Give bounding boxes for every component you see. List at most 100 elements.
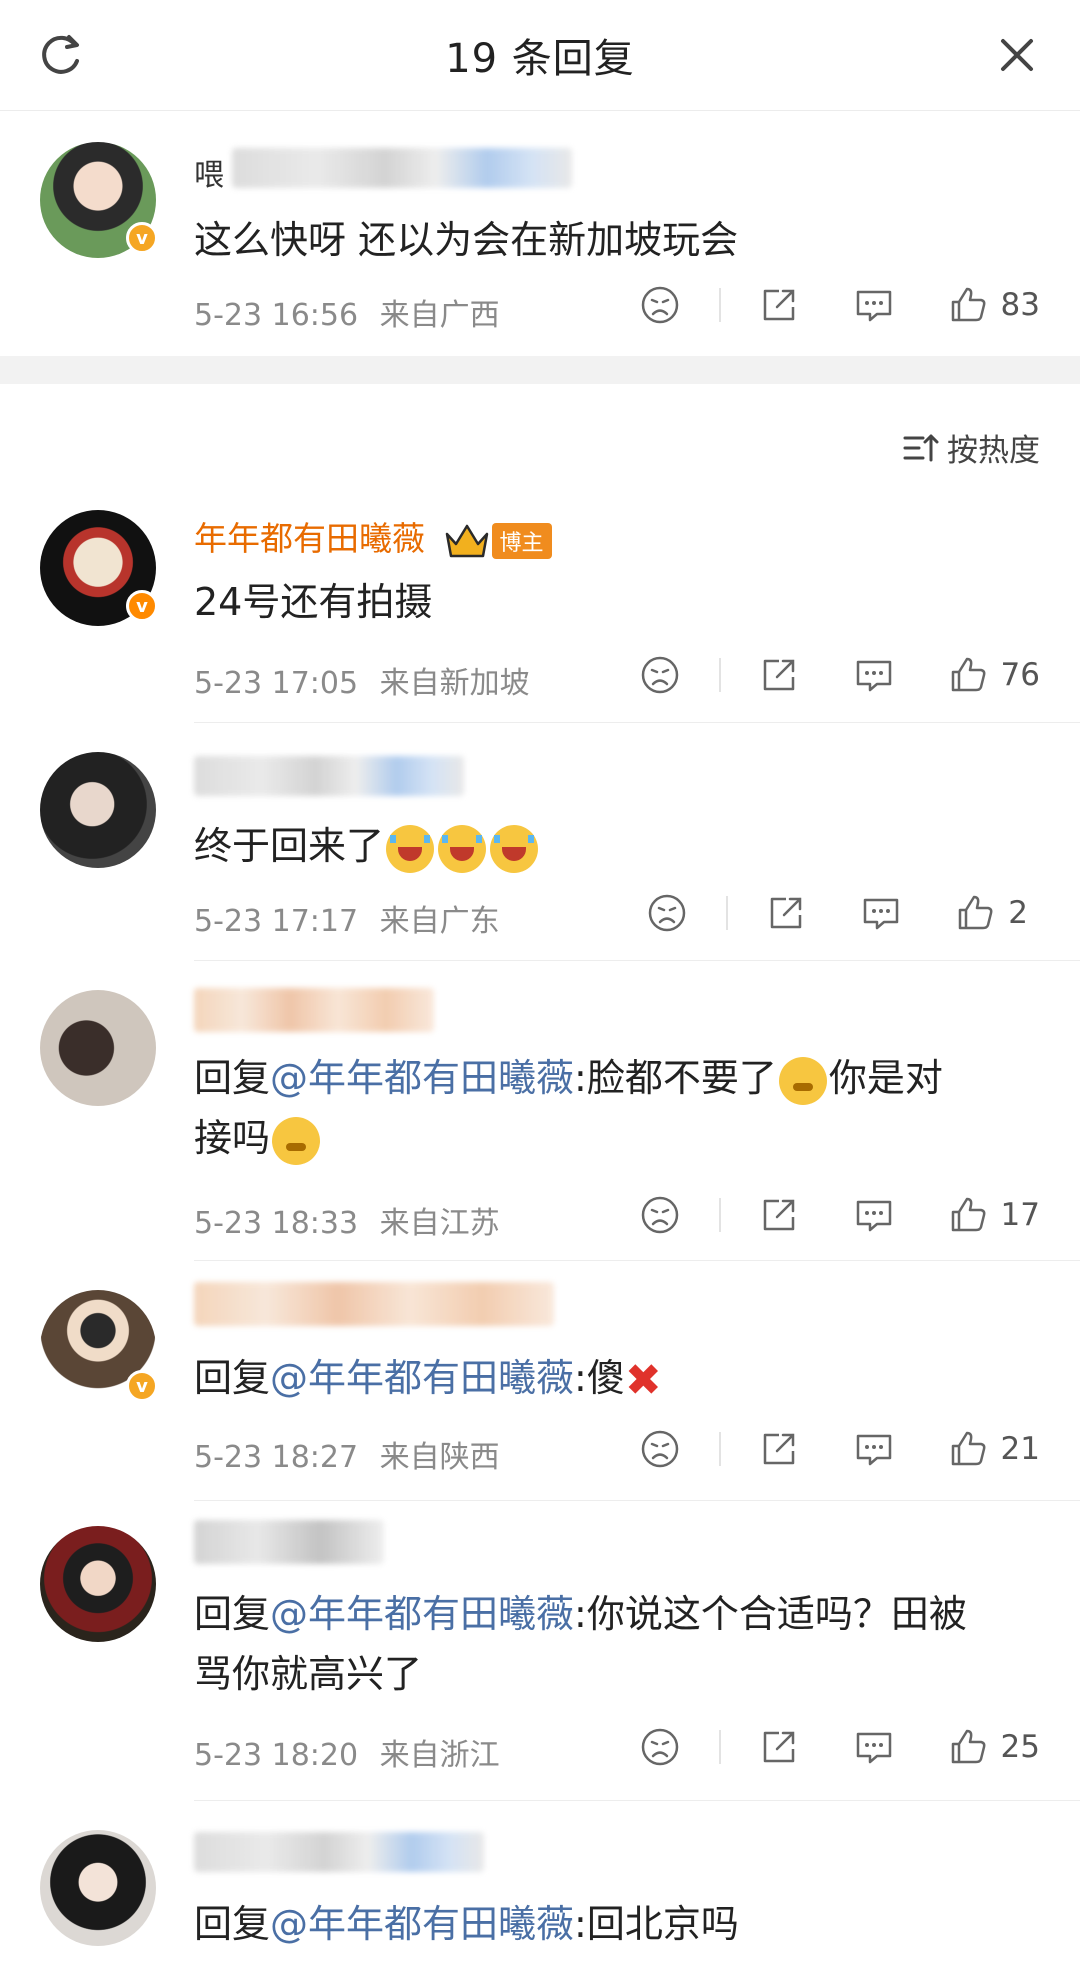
close-button[interactable] [984, 22, 1050, 88]
comment-location: 来自浙江 [379, 1738, 500, 1773]
thumbs-up-icon [951, 1197, 985, 1232]
divider [726, 896, 729, 930]
facepalm-emoji-icon [778, 1056, 827, 1105]
blurred-username [194, 756, 464, 796]
share-button[interactable] [759, 285, 799, 325]
comment-bubble-icon [856, 290, 891, 322]
comment-button[interactable] [860, 892, 902, 934]
share-button[interactable] [759, 1429, 799, 1469]
comment-bubble-icon [864, 898, 899, 930]
comment-text: 终于回来了 [194, 816, 1030, 876]
dislike-button[interactable] [639, 1428, 681, 1470]
comment-bubble-icon [856, 660, 891, 692]
divider [194, 722, 1080, 723]
comment-text-content: 接吗 [194, 1116, 271, 1160]
comment-time: 5-23 17:17 [194, 904, 359, 939]
dislike-face-icon [641, 1430, 678, 1468]
dislike-button[interactable] [639, 1726, 681, 1768]
user-name[interactable]: 年年都有田曦薇 博主 [194, 512, 552, 560]
reply-prefix: 回复 [194, 1056, 271, 1100]
comment-text: 这么快呀 还以为会在新加坡玩会 [194, 218, 739, 262]
comment-actions: 17 [639, 1194, 1040, 1236]
blurred-username [194, 988, 434, 1032]
mention-link[interactable]: @年年都有田曦薇 [270, 1902, 574, 1946]
reply-prefix: 回复 [194, 1592, 271, 1636]
share-button[interactable] [759, 655, 799, 695]
comment-text-content: :回北京吗 [574, 1902, 739, 1946]
comment-text-content: :你说这个合适吗？田被 [574, 1592, 967, 1636]
comment-time: 5-23 16:56 [194, 298, 359, 333]
dislike-button[interactable] [639, 284, 681, 326]
crying-emoji-icon [490, 824, 539, 873]
share-icon [771, 897, 802, 929]
reply-prefix: 回复 [194, 1356, 271, 1400]
mention-link[interactable]: @年年都有田曦薇 [270, 1056, 574, 1100]
share-button[interactable] [759, 1727, 799, 1767]
comment-text: 回复@年年都有田曦薇:你说这个合适吗？田被 骂你就高兴了 [194, 1584, 1030, 1704]
comment-text-content: 你是对 [828, 1056, 943, 1100]
blurred-username [194, 1520, 384, 1564]
divider [718, 1432, 721, 1466]
divider [718, 1730, 721, 1764]
sort-icon [903, 434, 939, 461]
comment-actions: 2 [646, 892, 1028, 934]
avatar[interactable] [40, 1526, 156, 1642]
thumbs-up-icon [951, 1729, 985, 1764]
user-name-text: 年年都有田曦薇 [194, 519, 425, 558]
like-button[interactable]: 25 [947, 1726, 1040, 1768]
avatar[interactable] [40, 1830, 156, 1946]
comment-location: 来自江苏 [379, 1206, 500, 1241]
reply-prefix: 回复 [194, 1902, 271, 1946]
comment-bubble-icon [856, 1732, 891, 1764]
like-count: 2 [1008, 895, 1028, 931]
blurred-username [194, 1832, 484, 1872]
crying-emoji-icon [386, 824, 435, 873]
comment-button[interactable] [853, 284, 895, 326]
like-button[interactable]: 2 [954, 892, 1028, 934]
comment-meta: 5-23 17:05 来自新加坡 [194, 658, 530, 702]
mention-link[interactable]: @年年都有田曦薇 [270, 1592, 574, 1636]
comment-button[interactable] [853, 1194, 895, 1236]
share-button[interactable] [766, 893, 806, 933]
dislike-button[interactable] [646, 892, 688, 934]
like-count: 17 [1000, 1197, 1040, 1233]
like-button[interactable]: 83 [947, 284, 1040, 326]
divider [194, 1500, 1080, 1501]
mention-link[interactable]: @年年都有田曦薇 [270, 1356, 574, 1400]
avatar[interactable]: v [40, 1290, 158, 1406]
comment-meta: 5-23 18:27 来自陕西 [194, 1432, 500, 1476]
comment-button[interactable] [853, 1428, 895, 1470]
dislike-button[interactable] [639, 1194, 681, 1236]
like-button[interactable]: 17 [947, 1194, 1040, 1236]
avatar[interactable] [40, 752, 156, 868]
like-button[interactable]: 21 [947, 1428, 1040, 1470]
facepalm-emoji-icon [272, 1116, 321, 1165]
refresh-button[interactable] [28, 22, 94, 88]
dislike-face-icon [641, 286, 678, 324]
comment-meta: 5-23 18:20 来自浙江 [194, 1730, 500, 1774]
sort-button[interactable]: 按热度 [901, 425, 1040, 470]
avatar[interactable]: v [40, 142, 158, 258]
comment-button[interactable] [853, 1726, 895, 1768]
share-button[interactable] [759, 1195, 799, 1235]
like-count: 21 [1000, 1431, 1040, 1467]
comment-meta: 5-23 18:33 来自江苏 [194, 1198, 500, 1242]
root-comment: v 喂 这么快呀 还以为会在新加坡玩会 5-23 16:56 来自广西 83 [0, 110, 1080, 350]
comment-text: 回复@年年都有田曦薇:回北京吗 [194, 1894, 1030, 1954]
comment-bubble-icon [856, 1200, 891, 1232]
comment-actions: 25 [639, 1726, 1040, 1768]
comment-time: 5-23 17:05 [194, 666, 359, 701]
verified-badge-icon: v [126, 590, 158, 622]
avatar[interactable]: v [40, 510, 158, 626]
reply-item: v 年年都有田曦薇 博主 24号还有拍摄 5-23 17:05 来自新加坡 76 [0, 498, 1080, 718]
user-name[interactable]: 喂 [194, 150, 224, 194]
dislike-button[interactable] [639, 654, 681, 696]
verified-badge-icon: v [126, 1370, 158, 1402]
cross-mark-icon: ✖ [624, 1354, 662, 1406]
verified-badge-icon: v [126, 222, 158, 254]
divider [194, 960, 1080, 961]
comment-actions: 76 [639, 654, 1040, 696]
avatar[interactable] [40, 990, 156, 1106]
like-button[interactable]: 76 [947, 654, 1040, 696]
comment-button[interactable] [853, 654, 895, 696]
